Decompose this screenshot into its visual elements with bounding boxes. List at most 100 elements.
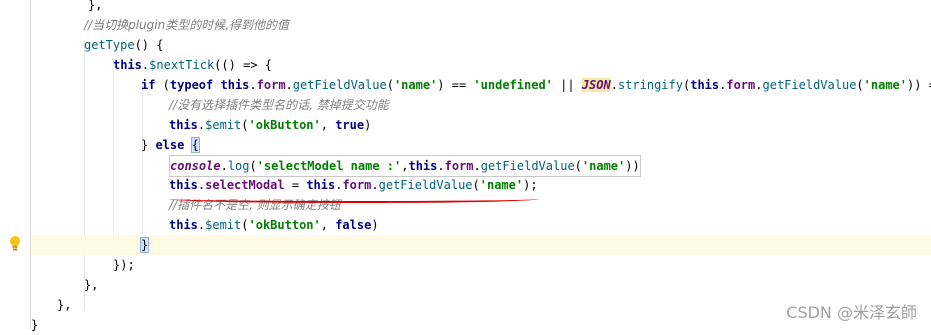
- code-text: },: [84, 275, 98, 295]
- code-token: 'okButton': [248, 218, 321, 232]
- code-line: getType() {: [31, 35, 931, 55]
- code-token: 'undefined': [473, 78, 553, 92]
- code-token: ,: [320, 118, 336, 132]
- code-token: form: [726, 78, 756, 92]
- code-token: });: [113, 258, 135, 272]
- code-token: ) ==: [437, 78, 474, 92]
- red-annotation-underline: [169, 195, 539, 203]
- code-text: this.$nextTick(() => {: [113, 55, 272, 75]
- code-line: });: [31, 255, 931, 275]
- code-token: form: [256, 78, 286, 92]
- code-token: ,: [320, 218, 336, 232]
- code-token: ||: [552, 78, 582, 92]
- code-token: getType: [84, 38, 135, 52]
- code-token: (: [386, 78, 394, 92]
- code-token: this: [690, 78, 720, 92]
- code-token: JSON: [581, 78, 611, 92]
- code-token: .: [249, 78, 257, 92]
- code-token: (: [241, 218, 249, 232]
- code-token: this: [408, 159, 438, 173]
- code-text: } else {: [141, 135, 200, 155]
- code-token: .: [285, 78, 293, 92]
- code-token: getFieldValue: [480, 159, 575, 173]
- code-token: 'name': [581, 159, 626, 173]
- code-token: (: [155, 78, 170, 92]
- code-line-current[interactable]: }: [31, 235, 931, 255]
- code-token: .: [610, 78, 618, 92]
- code-text: //没有选择插件类型名的话, 禁掉提交功能: [169, 95, 389, 115]
- code-token: =: [284, 178, 307, 192]
- code-token: 'name': [393, 78, 438, 92]
- code-token: else: [155, 138, 185, 152]
- code-token: typeof: [169, 78, 214, 92]
- code-token: getFieldValue: [762, 78, 857, 92]
- code-token: true: [335, 118, 365, 132]
- code-token: getFieldValue: [292, 78, 387, 92]
- code-token: .: [473, 159, 481, 173]
- code-text: console.log('selectModel name :',this.fo…: [169, 155, 641, 177]
- editor-gutter: [0, 0, 30, 329]
- code-token: {: [190, 137, 200, 153]
- code-token: .: [220, 159, 228, 173]
- code-token: )) ==: [907, 78, 931, 92]
- code-token: ): [371, 218, 379, 232]
- code-token: (: [574, 159, 582, 173]
- code-token: form: [444, 159, 474, 173]
- code-token: }: [139, 237, 150, 253]
- code-token: },: [84, 278, 99, 292]
- code-token: (: [856, 78, 864, 92]
- code-token: 'name': [863, 78, 908, 92]
- code-text: }: [139, 235, 150, 255]
- code-token: .: [371, 178, 379, 192]
- code-text: //当切换plugin类型的时候,得到他的值: [84, 15, 289, 35]
- code-token: //没有选择插件类型名的话, 禁掉提交功能: [169, 98, 389, 112]
- code-token: this: [113, 58, 142, 72]
- code-line: },: [31, 0, 931, 15]
- code-token: },: [57, 298, 72, 312]
- code-token: form: [342, 178, 372, 192]
- code-token: log: [227, 159, 250, 173]
- code-text: getType() {: [84, 35, 163, 55]
- code-token: $emit: [205, 118, 242, 132]
- code-line: } else {: [31, 135, 931, 155]
- code-token: console: [170, 159, 221, 173]
- code-token: (() => {: [214, 58, 272, 72]
- code-token: if: [141, 78, 156, 92]
- code-token: 'name': [479, 178, 524, 192]
- code-token: stringify: [617, 78, 683, 92]
- code-text: });: [113, 255, 135, 275]
- code-editor[interactable]: }, //当切换plugin类型的时候,得到他的值 getType() { th…: [31, 0, 931, 332]
- code-line: this.$nextTick(() => {: [31, 55, 931, 75]
- code-line: this.$emit('okButton', false): [31, 215, 931, 235]
- code-line: if (typeof this.form.getFieldValue('name…: [31, 75, 931, 95]
- code-text: this.$emit('okButton', true): [169, 115, 371, 135]
- code-token: $emit: [205, 218, 242, 232]
- code-token: (: [241, 118, 249, 132]
- code-text: },: [88, 0, 102, 15]
- code-token: );: [523, 178, 538, 192]
- code-line: //当切换plugin类型的时候,得到他的值: [31, 15, 931, 35]
- code-line: console.log('selectModel name :',this.fo…: [31, 155, 931, 177]
- code-token: () {: [134, 38, 164, 52]
- code-token: this: [169, 118, 198, 132]
- code-token: $nextTick: [149, 58, 215, 72]
- code-text: },: [57, 295, 71, 315]
- code-token: //当切换plugin类型的时候,得到他的值: [84, 18, 290, 32]
- code-line: //没有选择插件类型名的话, 禁掉提交功能: [31, 95, 931, 115]
- code-token: false: [335, 218, 372, 232]
- code-token: this: [306, 178, 336, 192]
- code-token: }: [141, 138, 156, 152]
- code-token: .: [437, 159, 445, 173]
- code-token: selectModal: [205, 178, 285, 192]
- code-text: if (typeof this.form.getFieldValue('name…: [141, 75, 931, 95]
- code-token: )): [625, 159, 640, 173]
- code-token: 'selectModel name :': [256, 159, 402, 173]
- code-token: this: [169, 218, 198, 232]
- code-token: 'okButton': [248, 118, 321, 132]
- lightbulb-icon[interactable]: [8, 235, 22, 251]
- code-text: this.selectModal = this.form.getFieldVal…: [169, 175, 538, 195]
- code-line: this.$emit('okButton', true): [31, 115, 931, 135]
- code-line: },: [31, 275, 931, 295]
